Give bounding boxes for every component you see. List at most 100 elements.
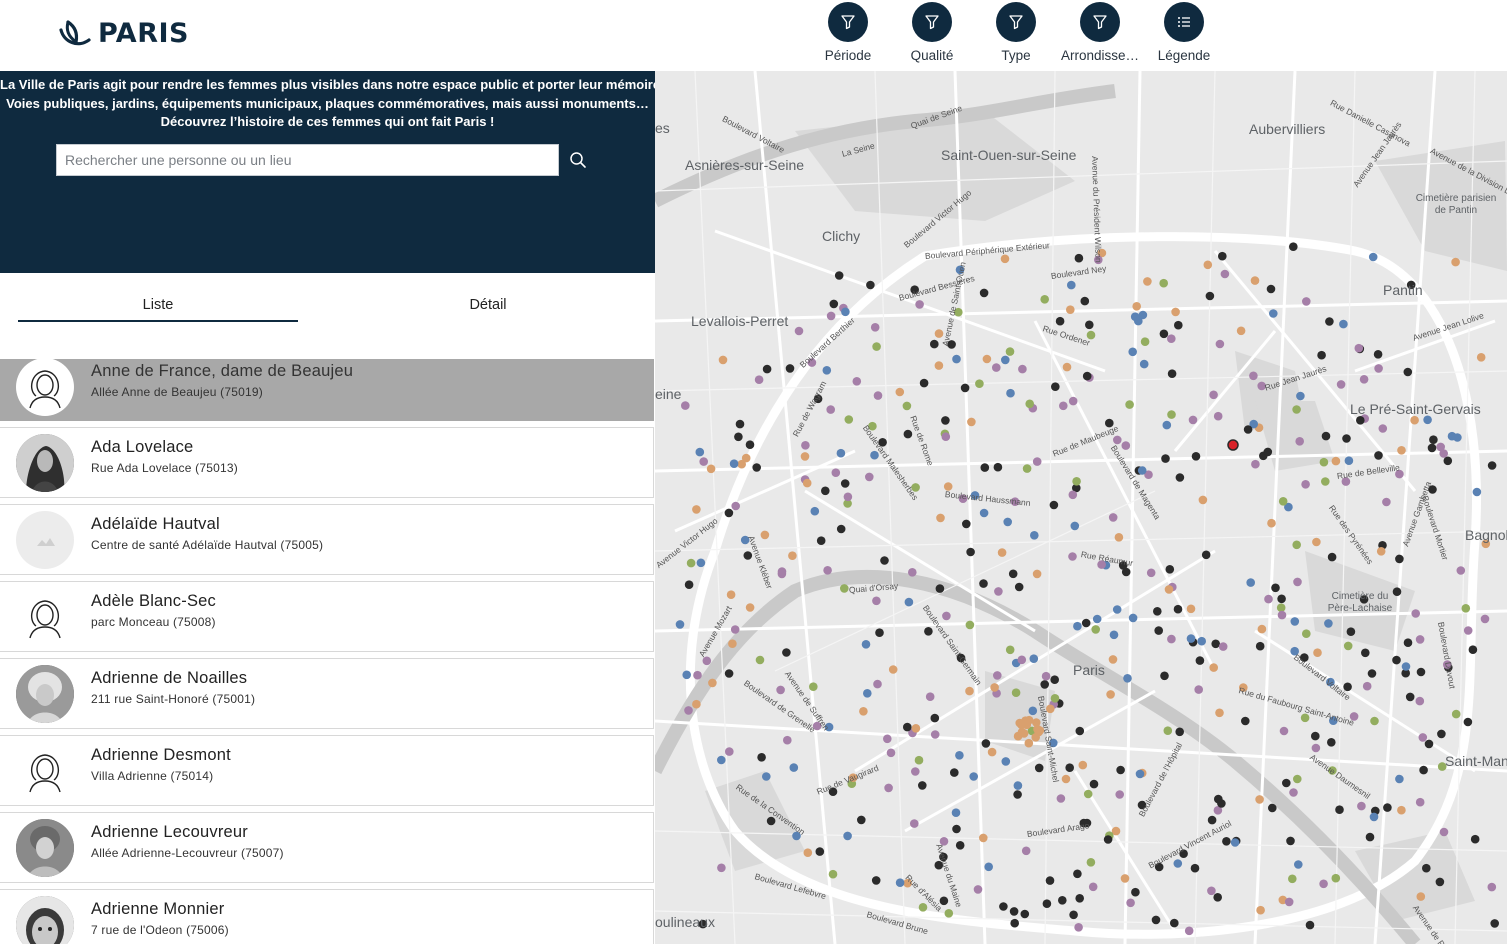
map-marker[interactable] [1061,774,1071,784]
map-marker[interactable] [1249,371,1258,381]
map-marker[interactable] [1128,347,1137,357]
map-marker[interactable] [788,551,797,560]
map-marker[interactable] [1006,388,1015,398]
map-marker[interactable] [1368,252,1378,262]
map-marker[interactable] [902,401,912,411]
map-marker[interactable] [1397,446,1406,455]
map-marker[interactable] [1321,431,1331,441]
map-marker[interactable] [696,558,706,568]
map-marker[interactable] [1321,477,1330,486]
map-marker[interactable] [1186,604,1196,614]
map-marker[interactable] [1022,464,1032,473]
map-marker[interactable] [915,300,924,309]
map-marker[interactable] [1451,709,1461,719]
map-marker[interactable] [1230,838,1240,847]
map-marker[interactable] [1292,405,1301,414]
map-marker[interactable] [754,375,764,385]
map-marker[interactable] [1074,923,1083,932]
map-marker[interactable] [840,584,849,593]
map-marker[interactable] [1207,886,1216,896]
map-marker[interactable] [1190,863,1200,873]
map-marker[interactable] [1251,459,1260,469]
map-marker[interactable] [1286,836,1295,846]
map-marker[interactable] [1120,874,1130,883]
map-marker[interactable] [1059,401,1068,411]
map-marker[interactable] [910,819,919,828]
map-marker[interactable] [955,841,965,850]
map-marker[interactable] [1068,552,1077,561]
map-marker[interactable] [1357,801,1366,811]
map-marker[interactable] [888,665,898,674]
map-marker[interactable] [966,547,975,557]
map-marker[interactable] [941,416,950,425]
map-marker[interactable] [822,366,832,375]
map-marker[interactable] [1241,716,1250,726]
map-marker[interactable] [1025,399,1034,409]
map-marker[interactable] [1397,805,1406,815]
map-marker[interactable] [692,505,701,514]
map-marker[interactable] [1021,846,1031,856]
map-marker[interactable] [1175,727,1184,737]
map-marker[interactable] [1374,451,1383,460]
map-marker[interactable] [999,902,1008,911]
map-marker[interactable] [1256,905,1265,915]
map-marker[interactable] [1092,614,1102,624]
map-marker[interactable] [1470,834,1480,844]
map-marker[interactable] [1218,251,1227,261]
map-marker[interactable] [1266,284,1276,294]
map-marker[interactable] [1215,708,1224,718]
map-marker[interactable] [1028,706,1038,716]
map-marker[interactable] [1024,738,1034,748]
map-marker[interactable] [1068,490,1078,500]
map-marker[interactable] [1109,630,1119,640]
list-item[interactable]: Adèle Blanc-Sec parc Monceau (75008) [0,581,654,652]
map-marker[interactable] [992,363,1001,372]
map-marker[interactable] [1001,757,1011,766]
map-marker[interactable] [1422,863,1431,873]
map-marker[interactable] [981,739,991,748]
map-marker[interactable] [1243,425,1253,434]
map-marker[interactable] [994,587,1003,596]
map-marker[interactable] [1424,739,1434,749]
map-marker[interactable] [1209,663,1218,672]
map-marker[interactable] [1162,420,1172,430]
map-marker[interactable] [1207,815,1217,825]
map-marker[interactable] [1319,879,1328,889]
map-marker[interactable] [1160,671,1169,681]
map-marker[interactable] [836,448,846,458]
map-marker[interactable] [924,627,933,636]
map-marker[interactable] [973,885,983,894]
map-marker[interactable] [726,590,736,599]
map-marker[interactable] [925,692,935,701]
map-marker[interactable] [1461,604,1471,613]
map-marker[interactable] [1383,803,1392,812]
filter-arrondissement-button[interactable]: Arrondisse… [1058,2,1142,63]
map-marker[interactable] [1116,765,1125,775]
map-marker[interactable] [980,463,990,472]
map-marker[interactable] [1167,634,1176,644]
map-marker[interactable] [880,556,889,565]
map-marker[interactable] [975,379,984,389]
map-marker[interactable] [708,678,717,688]
map-marker[interactable] [684,580,694,589]
map-marker[interactable] [1073,621,1082,631]
map-marker[interactable] [686,558,696,568]
map-marker[interactable] [990,683,999,692]
map-marker[interactable] [682,670,691,680]
map-marker[interactable] [1339,319,1348,329]
map-marker[interactable] [903,722,912,732]
map-marker[interactable] [1331,873,1341,883]
map-marker[interactable] [857,815,866,825]
map-marker[interactable] [1034,763,1044,773]
map-marker[interactable] [1267,518,1276,528]
map-marker[interactable] [1167,334,1176,344]
map-marker[interactable] [1020,909,1030,919]
map-marker[interactable] [800,452,810,461]
map-marker[interactable] [737,459,746,469]
map-marker[interactable] [1161,454,1170,463]
map-marker[interactable] [724,669,734,678]
map-marker[interactable] [1354,343,1364,353]
map-marker[interactable] [1419,765,1428,775]
map-marker[interactable] [1140,337,1150,347]
map-marker[interactable] [729,459,739,469]
